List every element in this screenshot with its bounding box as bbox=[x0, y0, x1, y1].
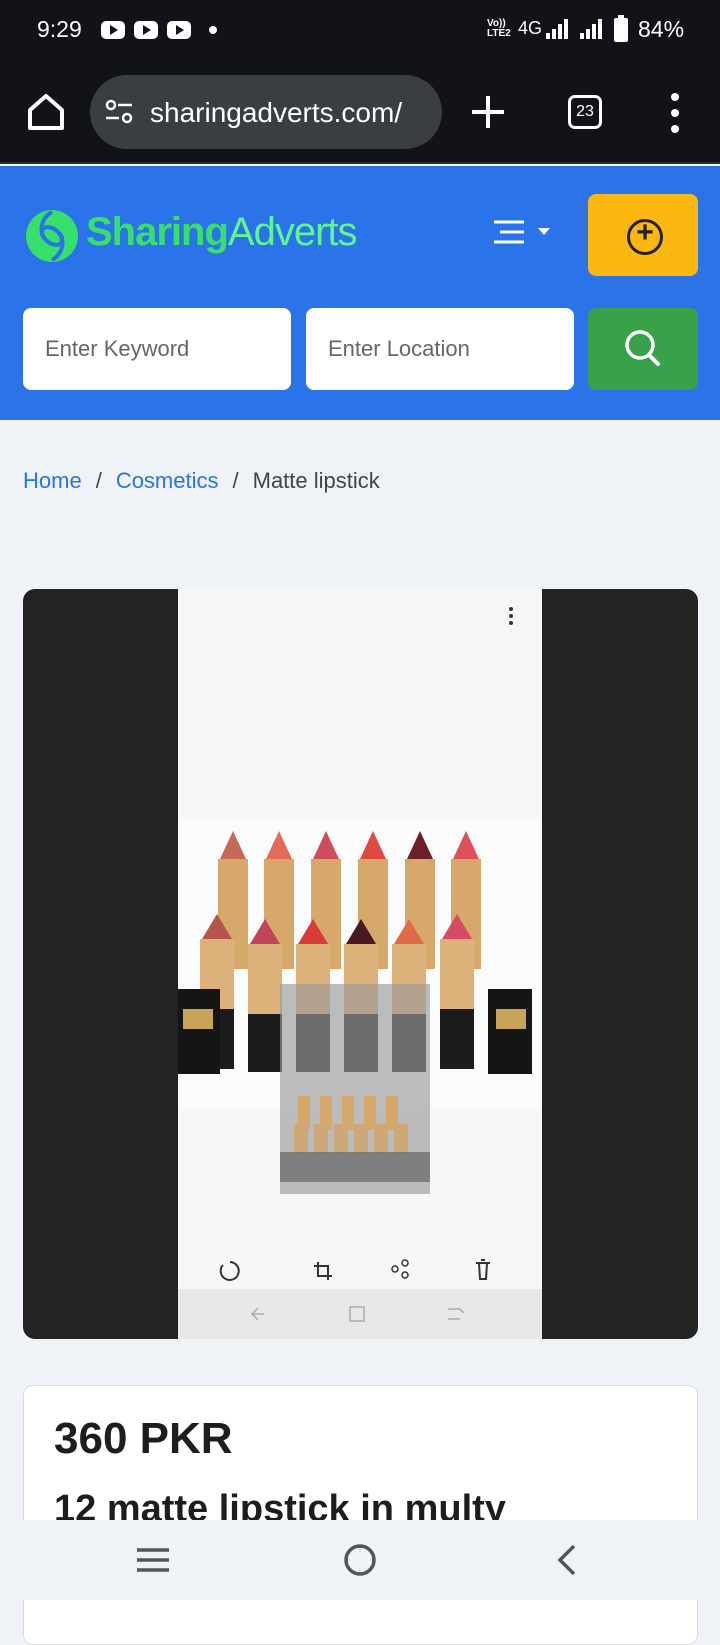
youtube-icon bbox=[167, 21, 191, 39]
signal-icon bbox=[580, 19, 602, 39]
volte-icon: Vo)) LTE2 bbox=[487, 18, 511, 39]
youtube-icon bbox=[134, 21, 158, 39]
keyword-input[interactable] bbox=[23, 308, 291, 390]
address-bar[interactable]: sharingadverts.com/ bbox=[90, 75, 442, 149]
search-icon bbox=[625, 330, 660, 366]
logo-icon bbox=[26, 210, 78, 262]
category-menu-icon[interactable] bbox=[494, 216, 560, 250]
breadcrumb-current: Matte lipstick bbox=[252, 468, 380, 493]
youtube-icon bbox=[101, 21, 125, 39]
location-input[interactable] bbox=[306, 308, 574, 390]
image-more-icon bbox=[508, 607, 514, 627]
logo-text: SharingAdverts bbox=[86, 210, 358, 254]
signal-icon bbox=[546, 19, 568, 39]
breadcrumb-home[interactable]: Home bbox=[23, 468, 82, 493]
home-icon[interactable] bbox=[24, 90, 68, 134]
system-nav-icons bbox=[137, 1544, 576, 1576]
site-header: SharingAdverts bbox=[0, 166, 720, 420]
breadcrumb-separator: / bbox=[232, 468, 239, 493]
status-time: 9:29 bbox=[37, 16, 82, 42]
back-nav-icon[interactable] bbox=[557, 1544, 576, 1576]
breadcrumb-category[interactable]: Cosmetics bbox=[116, 468, 219, 493]
browser-toolbar: sharingadverts.com/ 23 bbox=[0, 62, 720, 164]
system-navigation-bar bbox=[0, 1520, 720, 1600]
new-tab-icon[interactable] bbox=[468, 92, 508, 132]
listing-price: 360 PKR bbox=[54, 1414, 233, 1463]
site-settings-icon[interactable] bbox=[104, 99, 134, 125]
product-image-gallery[interactable] bbox=[23, 589, 698, 1339]
url-text: sharingadverts.com/ bbox=[150, 97, 403, 128]
recent-apps-icon[interactable] bbox=[137, 1548, 169, 1572]
listing-info-card: 360 PKR 12 matte lipstick in multy bbox=[23, 1385, 698, 1645]
more-menu-icon[interactable] bbox=[668, 93, 682, 133]
post-ad-button[interactable] bbox=[588, 194, 698, 276]
screenshot-nav-bar bbox=[178, 1289, 542, 1339]
notification-dot-icon bbox=[209, 26, 217, 34]
site-logo[interactable]: SharingAdverts bbox=[24, 198, 364, 274]
search-button[interactable] bbox=[588, 308, 698, 390]
home-nav-icon[interactable] bbox=[344, 1544, 376, 1576]
product-image[interactable] bbox=[178, 589, 542, 1339]
status-bar: 9:29 Vo)) LTE2 4G 84% bbox=[0, 0, 720, 62]
breadcrumb-separator: / bbox=[95, 468, 102, 493]
battery-percent: 84% bbox=[638, 16, 685, 42]
breadcrumb: Home / Cosmetics / Matte lipstick bbox=[23, 468, 380, 494]
image-thumbnail-overlay bbox=[280, 984, 430, 1194]
image-editor-toolbar bbox=[219, 1259, 490, 1281]
battery-icon bbox=[614, 15, 628, 42]
network-type: 4G bbox=[518, 18, 543, 38]
tab-switcher-button[interactable]: 23 bbox=[568, 95, 602, 129]
